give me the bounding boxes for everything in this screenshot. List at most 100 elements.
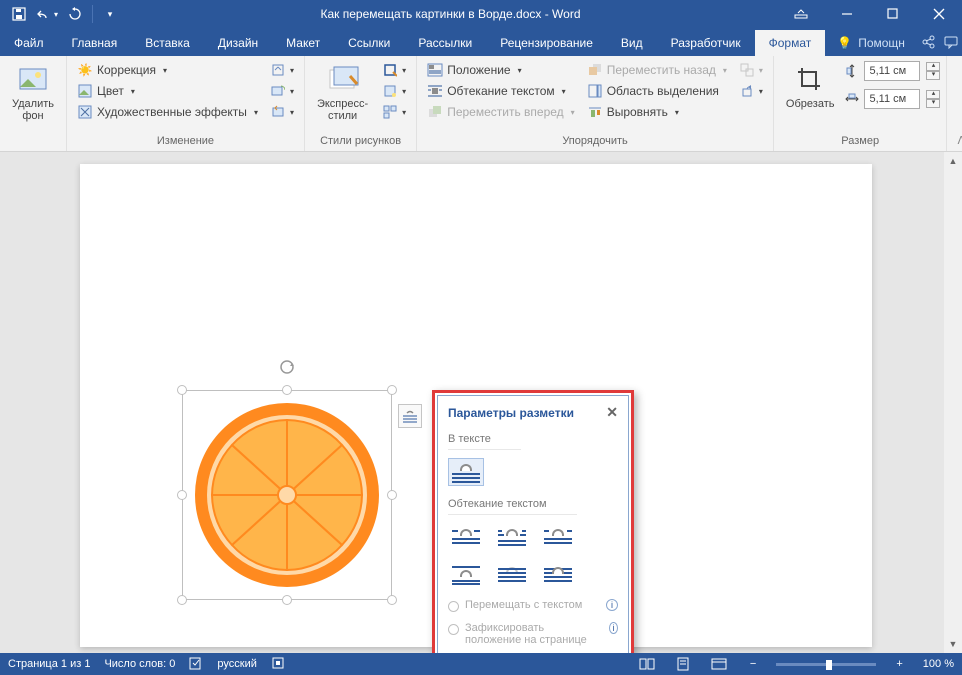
maximize-button[interactable]: [870, 0, 916, 28]
tab-design[interactable]: Дизайн: [204, 30, 272, 56]
read-mode-button[interactable]: [636, 655, 658, 673]
move-with-text-radio: Перемещать с текстомi: [448, 599, 618, 612]
border-icon: [382, 62, 398, 78]
info-icon[interactable]: i: [609, 622, 618, 634]
height-down[interactable]: ▾: [926, 71, 940, 80]
picture-effects-button[interactable]: ▾: [378, 81, 410, 101]
resize-handle-ne[interactable]: [387, 385, 397, 395]
tell-me[interactable]: 💡Помощн: [825, 30, 917, 56]
qat-customize[interactable]: ▾: [97, 2, 123, 26]
ribbon: Удалить фон ☀️Коррекция▾ Цвет▾ Художеств…: [0, 56, 962, 152]
wrap-infront-option[interactable]: [540, 561, 576, 589]
tab-insert[interactable]: Вставка: [131, 30, 204, 56]
scroll-down[interactable]: ▼: [944, 635, 962, 653]
tab-file[interactable]: Файл: [0, 30, 58, 56]
width-field[interactable]: 5,11 см ▴▾: [844, 88, 940, 110]
tab-references[interactable]: Ссылки: [334, 30, 404, 56]
zoom-slider[interactable]: [776, 663, 876, 666]
rotate-handle[interactable]: [278, 358, 296, 376]
tab-developer[interactable]: Разработчик: [657, 30, 755, 56]
picture-layout-button[interactable]: ▾: [378, 102, 410, 122]
resize-handle-e[interactable]: [387, 490, 397, 500]
tab-view[interactable]: Вид: [607, 30, 657, 56]
word-count[interactable]: Число слов: 0: [104, 658, 175, 670]
resize-handle-w[interactable]: [177, 490, 187, 500]
quick-styles-button[interactable]: Экспресс-стили: [311, 60, 374, 126]
resize-handle-n[interactable]: [282, 385, 292, 395]
share-button[interactable]: [917, 28, 940, 56]
position-button[interactable]: Положение▾: [423, 60, 579, 80]
info-icon[interactable]: i: [606, 599, 618, 611]
remove-bg-icon: [17, 64, 49, 96]
layout-options-button[interactable]: [398, 404, 422, 428]
wrap-text-button[interactable]: Обтекание текстом▾: [423, 81, 579, 101]
zoom-out-button[interactable]: −: [744, 658, 762, 670]
ribbon-options-button[interactable]: [778, 0, 824, 28]
language-indicator[interactable]: русский: [217, 658, 256, 670]
print-layout-button[interactable]: [672, 655, 694, 673]
tab-format[interactable]: Формат: [755, 30, 826, 56]
picture-border-button[interactable]: ▾: [378, 60, 410, 80]
selection-pane-button[interactable]: Область выделения: [583, 81, 731, 101]
tab-review[interactable]: Рецензирование: [486, 30, 607, 56]
width-up[interactable]: ▴: [926, 90, 940, 99]
change-picture-button[interactable]: ▾: [266, 81, 298, 101]
remove-background-button[interactable]: Удалить фон: [6, 60, 60, 126]
wrap-tight-option[interactable]: [494, 523, 530, 551]
height-icon: [844, 63, 860, 79]
height-up[interactable]: ▴: [926, 62, 940, 71]
tab-mailings[interactable]: Рассылки: [404, 30, 486, 56]
resize-handle-nw[interactable]: [177, 385, 187, 395]
send-backward-icon: [587, 62, 603, 78]
width-down[interactable]: ▾: [926, 99, 940, 108]
wrap-behind-option[interactable]: [494, 561, 530, 589]
comments-button[interactable]: [939, 28, 962, 56]
web-layout-button[interactable]: [708, 655, 730, 673]
zoom-in-button[interactable]: +: [890, 658, 908, 670]
undo-button[interactable]: ▾: [34, 2, 60, 26]
group-adjust: ☀️Коррекция▾ Цвет▾ Художественные эффект…: [67, 56, 305, 151]
popup-close-button[interactable]: ✕: [606, 404, 618, 421]
ribbon-collapse-area: ᐱ: [947, 56, 962, 151]
artistic-effects-button[interactable]: Художественные эффекты▾: [73, 102, 262, 122]
wrap-inline-option[interactable]: [448, 458, 484, 486]
position-icon: [427, 62, 443, 78]
crop-button[interactable]: Обрезать: [780, 60, 841, 114]
crop-icon: [794, 64, 826, 96]
resize-handle-sw[interactable]: [177, 595, 187, 605]
reset-picture-button[interactable]: ▾: [266, 102, 298, 122]
ribbon-tabs: Файл Главная Вставка Дизайн Макет Ссылки…: [0, 28, 962, 56]
wrap-topbottom-option[interactable]: [448, 561, 484, 589]
collapse-ribbon-button[interactable]: ᐱ: [953, 132, 962, 149]
compress-pictures-button[interactable]: ▾: [266, 60, 298, 80]
color-icon: [77, 83, 93, 99]
group-title-arrange: Упорядочить: [423, 133, 767, 149]
wrap-square-option[interactable]: [448, 523, 484, 551]
vertical-scrollbar[interactable]: ▲ ▼: [944, 152, 962, 653]
quick-styles-icon: [327, 64, 359, 96]
zoom-level[interactable]: 100 %: [923, 658, 954, 670]
resize-handle-se[interactable]: [387, 595, 397, 605]
close-button[interactable]: [916, 0, 962, 28]
page-indicator[interactable]: Страница 1 из 1: [8, 658, 90, 670]
redo-button[interactable]: [62, 2, 88, 26]
save-button[interactable]: [6, 2, 32, 26]
statusbar: Страница 1 из 1 Число слов: 0 русский − …: [0, 653, 962, 675]
minimize-button[interactable]: [824, 0, 870, 28]
color-button[interactable]: Цвет▾: [73, 81, 262, 101]
wrap-through-option[interactable]: [540, 523, 576, 551]
proofing-icon[interactable]: [189, 656, 203, 673]
artistic-icon: [77, 104, 93, 120]
compress-icon: [270, 62, 286, 78]
tab-home[interactable]: Главная: [58, 30, 132, 56]
lightbulb-icon: 💡: [837, 36, 852, 50]
height-field[interactable]: 5,11 см ▴▾: [844, 60, 940, 82]
selected-image[interactable]: [182, 390, 392, 600]
align-button[interactable]: Выровнять▾: [583, 102, 731, 122]
resize-handle-s[interactable]: [282, 595, 292, 605]
rotate-button[interactable]: ▾: [735, 81, 767, 101]
macro-icon[interactable]: [271, 656, 285, 673]
tab-layout[interactable]: Макет: [272, 30, 334, 56]
scroll-up[interactable]: ▲: [944, 152, 962, 170]
corrections-button[interactable]: ☀️Коррекция▾: [73, 60, 262, 80]
